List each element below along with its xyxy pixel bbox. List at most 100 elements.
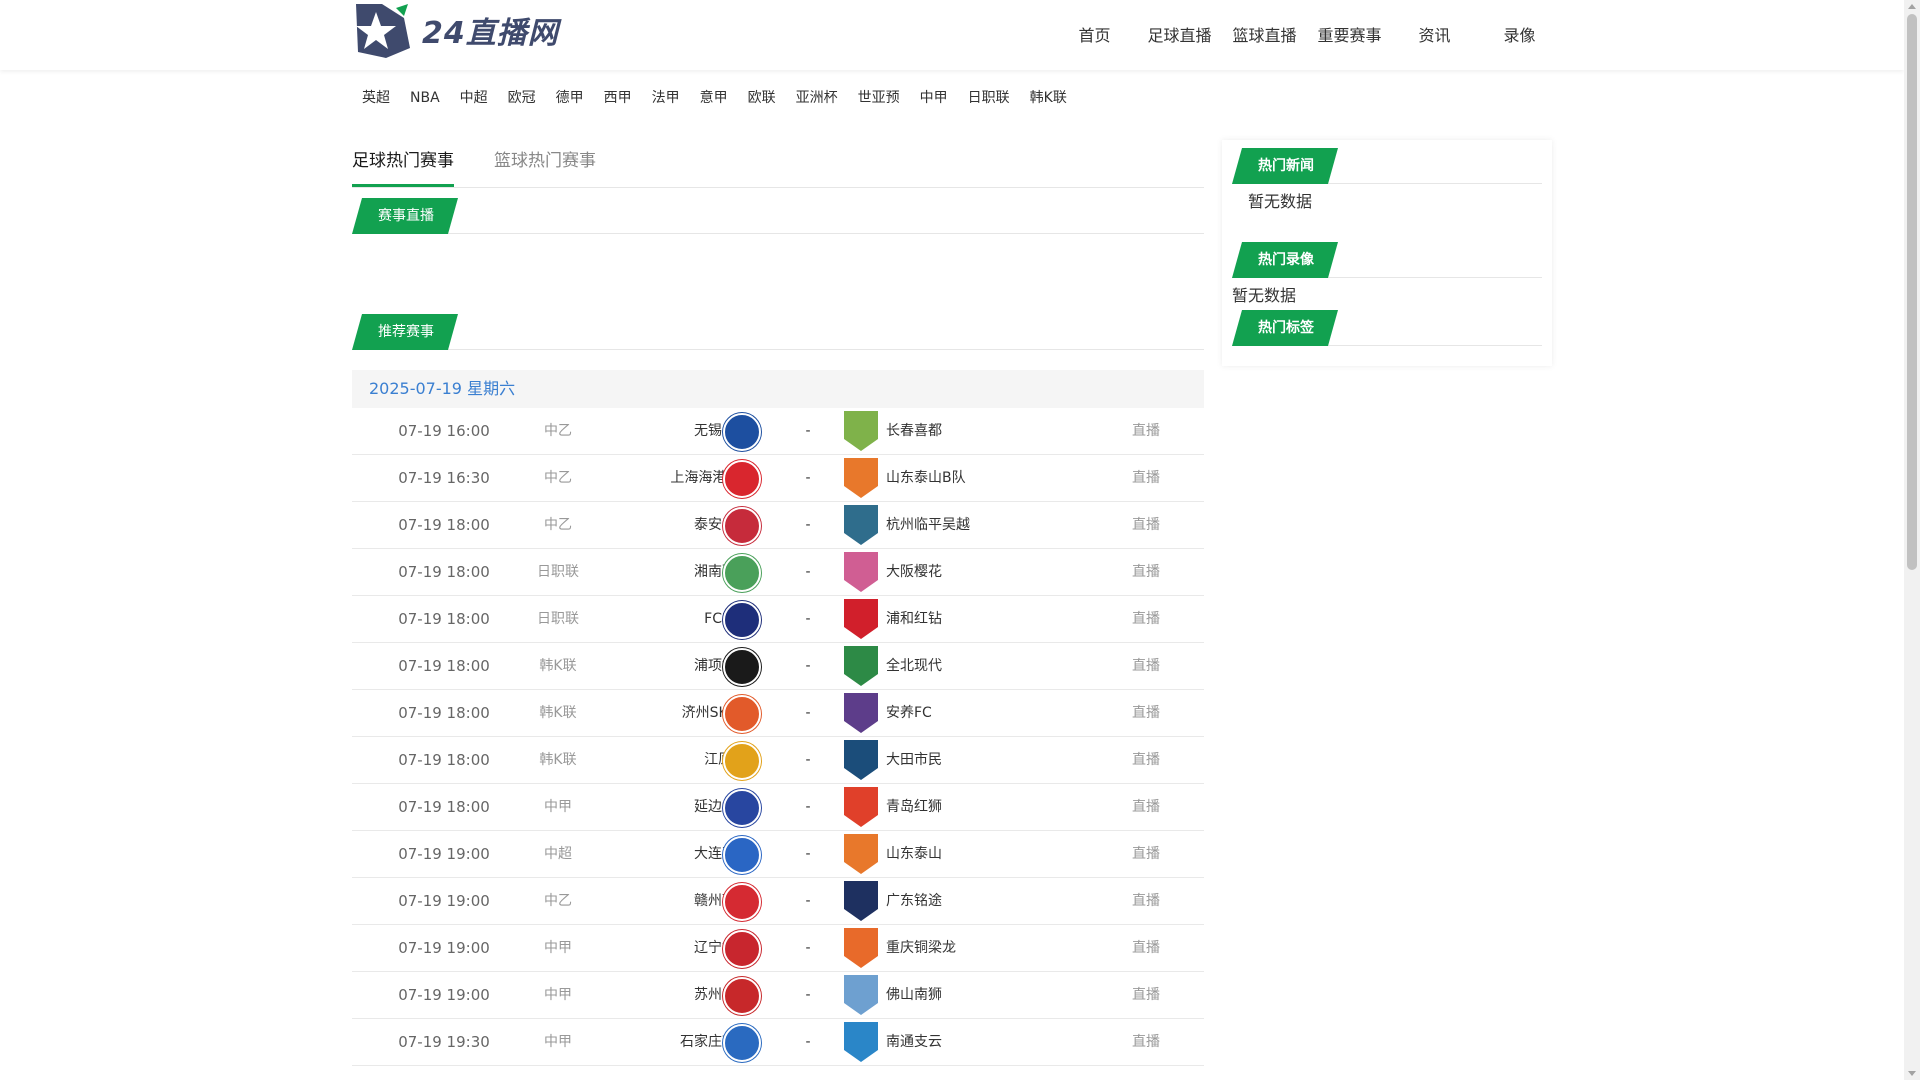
away-team-crest-icon[interactable]	[842, 786, 880, 828]
league-link[interactable]: 日职联	[958, 80, 1020, 116]
league-link[interactable]: 亚洲杯	[786, 80, 848, 116]
match-league[interactable]: 中甲	[512, 784, 604, 830]
tab-basketball-hot[interactable]: 篮球热门赛事	[494, 140, 596, 187]
match-league[interactable]: 中超	[512, 831, 604, 877]
away-team-name[interactable]: 山东泰山B队	[886, 455, 1046, 501]
match-row[interactable]: 07-19 18:00韩K联江原FC-大田市民直播	[352, 737, 1204, 784]
match-row[interactable]: 07-19 16:00 中乙 无锡吴钩 - 长春喜都 直播	[352, 408, 1204, 455]
match-row[interactable]: 07-19 18:00 中甲 延边龙鼎 - 青岛红狮 直播	[352, 784, 1204, 831]
live-link[interactable]: 直播	[1116, 784, 1176, 830]
away-team-name[interactable]: 安养FC	[886, 690, 1046, 736]
home-team-crest-icon[interactable]	[722, 929, 762, 969]
away-team-crest-icon[interactable]	[842, 739, 880, 781]
away-team-crest-icon[interactable]	[842, 598, 880, 640]
league-link[interactable]: 西甲	[594, 80, 642, 116]
nav-home[interactable]: 首页	[1052, 0, 1137, 72]
league-link[interactable]: 英超	[352, 80, 400, 116]
away-team-name[interactable]: 青岛红狮	[886, 784, 1046, 830]
match-row[interactable]: 07-19 19:00 中甲 辽宁铁人 - 重庆铜梁龙 直播	[352, 925, 1204, 972]
home-team-crest-icon[interactable]	[722, 882, 762, 922]
match-league[interactable]: 韩K联	[512, 737, 604, 783]
match-row[interactable]: 07-19 16:30 中乙 上海海港B队 - 山东泰山B队 直播	[352, 455, 1204, 502]
away-team-crest-icon[interactable]	[842, 833, 880, 875]
away-team-crest-icon[interactable]	[842, 974, 880, 1016]
match-league[interactable]: 日职联	[512, 596, 604, 642]
home-team-crest-icon[interactable]	[722, 600, 762, 640]
live-link[interactable]: 直播	[1116, 831, 1176, 877]
away-team-crest-icon[interactable]	[842, 551, 880, 593]
away-team-crest-icon[interactable]	[842, 504, 880, 546]
match-row[interactable]: 07-19 18:00 日职联 湘南丽海 - 大阪樱花 直播	[352, 549, 1204, 596]
away-team-crest-icon[interactable]	[842, 880, 880, 922]
away-team-name[interactable]: 大阪樱花	[886, 549, 1046, 595]
home-team-crest-icon[interactable]	[722, 741, 762, 781]
match-league[interactable]: 中乙	[512, 408, 604, 454]
away-team-name[interactable]: 杭州临平吴越	[886, 502, 1046, 548]
match-league[interactable]: 中乙	[512, 878, 604, 924]
league-link[interactable]: 法甲	[642, 80, 690, 116]
home-team-crest-icon[interactable]	[722, 788, 762, 828]
home-team-crest-icon[interactable]	[722, 412, 762, 452]
live-link[interactable]: 直播	[1116, 408, 1176, 454]
match-league[interactable]: 韩K联	[512, 690, 604, 736]
nav-basketball-live[interactable]: 篮球直播	[1222, 0, 1307, 72]
scroll-down-arrow-icon[interactable]	[1908, 1071, 1916, 1076]
match-league[interactable]: 中甲	[512, 972, 604, 1018]
away-team-name[interactable]: 佛山南狮	[886, 972, 1046, 1018]
scroll-up-arrow-icon[interactable]	[1908, 4, 1916, 9]
live-link[interactable]: 直播	[1116, 596, 1176, 642]
away-team-name[interactable]: 广东铭途	[886, 878, 1046, 924]
home-team-crest-icon[interactable]	[722, 553, 762, 593]
away-team-crest-icon[interactable]	[842, 410, 880, 452]
live-link[interactable]: 直播	[1116, 737, 1176, 783]
home-team-crest-icon[interactable]	[722, 459, 762, 499]
home-team-crest-icon[interactable]	[722, 835, 762, 875]
match-row[interactable]: 07-19 18:00 中乙 泰安天贶 - 杭州临平吴越 直播	[352, 502, 1204, 549]
away-team-name[interactable]: 南通支云	[886, 1019, 1046, 1065]
nav-major-events[interactable]: 重要赛事	[1307, 0, 1392, 72]
live-link[interactable]: 直播	[1116, 1019, 1176, 1065]
away-team-name[interactable]: 长春喜都	[886, 408, 1046, 454]
match-row[interactable]: 07-19 18:00日职联FC东京-浦和红钻直播	[352, 596, 1204, 643]
away-team-name[interactable]: 重庆铜梁龙	[886, 925, 1046, 971]
match-league[interactable]: 中甲	[512, 1019, 604, 1065]
away-team-crest-icon[interactable]	[842, 457, 880, 499]
match-row[interactable]: 07-19 19:30 中甲 石家庄功夫 - 南通支云 直播	[352, 1019, 1204, 1066]
away-team-crest-icon[interactable]	[842, 692, 880, 734]
league-link[interactable]: 中甲	[910, 80, 958, 116]
live-link[interactable]: 直播	[1116, 972, 1176, 1018]
away-team-name[interactable]: 浦和红钻	[886, 596, 1046, 642]
tab-football-hot[interactable]: 足球热门赛事	[352, 140, 454, 187]
nav-football-live[interactable]: 足球直播	[1137, 0, 1222, 72]
away-team-crest-icon[interactable]	[842, 645, 880, 687]
match-row[interactable]: 07-19 19:00 中乙 赣州瑞狮 - 广东铭途 直播	[352, 878, 1204, 925]
match-league[interactable]: 中乙	[512, 455, 604, 501]
match-row[interactable]: 07-19 18:00 韩K联 济州SK FC - 安养FC 直播	[352, 690, 1204, 737]
home-team-crest-icon[interactable]	[722, 976, 762, 1016]
site-logo[interactable]: 24直播网	[352, 0, 559, 60]
away-team-name[interactable]: 全北现代	[886, 643, 1046, 689]
home-team-crest-icon[interactable]	[722, 1023, 762, 1063]
league-link[interactable]: 意甲	[690, 80, 738, 116]
match-row[interactable]: 07-19 19:00 中甲 苏州东吴 - 佛山南狮 直播	[352, 972, 1204, 1019]
home-team-crest-icon[interactable]	[722, 647, 762, 687]
league-link[interactable]: 韩K联	[1020, 80, 1077, 116]
league-link[interactable]: 欧冠	[498, 80, 546, 116]
match-league[interactable]: 日职联	[512, 549, 604, 595]
home-team-crest-icon[interactable]	[722, 694, 762, 734]
live-link[interactable]: 直播	[1116, 690, 1176, 736]
league-link[interactable]: 世亚预	[848, 80, 910, 116]
match-league[interactable]: 韩K联	[512, 643, 604, 689]
live-link[interactable]: 直播	[1116, 455, 1176, 501]
nav-videos[interactable]: 录像	[1477, 0, 1562, 72]
league-link[interactable]: 欧联	[738, 80, 786, 116]
match-row[interactable]: 07-19 18:00 韩K联 浦项铁人 - 全北现代 直播	[352, 643, 1204, 690]
match-league[interactable]: 中甲	[512, 925, 604, 971]
away-team-name[interactable]: 大田市民	[886, 737, 1046, 783]
live-link[interactable]: 直播	[1116, 878, 1176, 924]
away-team-crest-icon[interactable]	[842, 1021, 880, 1063]
away-team-name[interactable]: 山东泰山	[886, 831, 1046, 877]
league-link[interactable]: 中超	[450, 80, 498, 116]
match-row[interactable]: 07-19 19:00 中超 大连英博 - 山东泰山 直播	[352, 831, 1204, 878]
league-link[interactable]: 德甲	[546, 80, 594, 116]
